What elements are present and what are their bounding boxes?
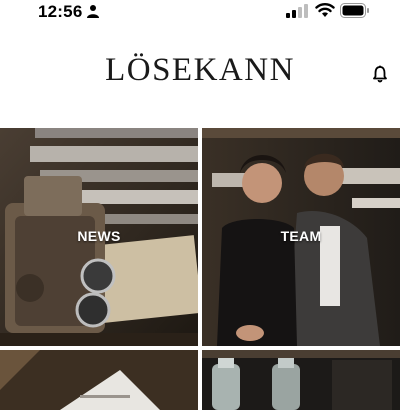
news-tile-label: NEWS xyxy=(77,228,121,244)
person-icon xyxy=(87,5,99,18)
team-tile[interactable]: TEAM xyxy=(202,128,400,346)
brand-logo: LÖSEKANN xyxy=(105,52,295,88)
card-tile[interactable] xyxy=(0,350,198,410)
wifi-icon xyxy=(315,3,335,17)
status-time: 12:56 xyxy=(38,2,83,21)
bell-icon[interactable] xyxy=(370,64,390,84)
bottles-tile[interactable] xyxy=(202,350,400,410)
card-tile-image xyxy=(0,350,198,410)
app-header: LÖSEKANN xyxy=(0,26,400,128)
battery-icon xyxy=(340,3,369,18)
news-tile[interactable]: NEWS xyxy=(0,128,198,346)
menu-grid: NEWS TEAM xyxy=(0,128,400,410)
team-tile-label: TEAM xyxy=(280,228,322,244)
bottles-tile-image xyxy=(202,350,400,410)
status-bar: 12:56 xyxy=(0,0,400,26)
signal-icon xyxy=(286,4,308,18)
